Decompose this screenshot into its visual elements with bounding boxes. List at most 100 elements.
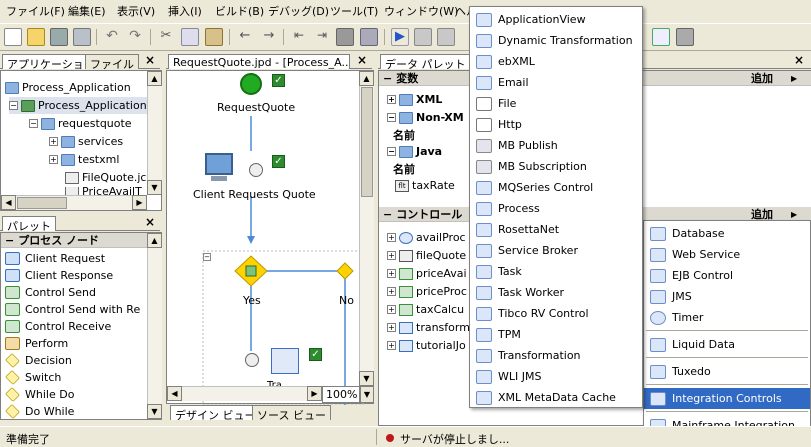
expand-icon[interactable]: + (387, 287, 396, 296)
scroll-down-icon[interactable]: ▼ (359, 371, 374, 386)
menu-item-mb-publish[interactable]: MB Publish (470, 135, 642, 156)
menu-debug[interactable]: デバッグ(D) (268, 3, 329, 19)
menu-item-application-view[interactable]: ApplicationView (470, 9, 642, 30)
menu-item-email[interactable]: Email (470, 72, 642, 93)
scroll-down-icon[interactable]: ▼ (147, 180, 162, 195)
control-item[interactable]: + taxCalcu (387, 301, 464, 318)
tree-node[interactable]: + testxml (49, 151, 119, 168)
copy-icon[interactable] (181, 28, 199, 46)
transformation-node-icon[interactable] (271, 348, 299, 374)
paste-icon[interactable] (205, 28, 223, 46)
redo-icon[interactable]: ↷ (126, 28, 144, 46)
control-item[interactable]: + availProc (387, 229, 466, 246)
menu-item-file[interactable]: File (470, 93, 642, 114)
scroll-thumb[interactable] (361, 87, 373, 197)
client-computer-icon[interactable] (205, 153, 233, 175)
collapse-icon[interactable]: − (387, 147, 396, 156)
scroll-left-icon[interactable]: ◀ (167, 386, 182, 401)
palette-item[interactable]: Client Request (5, 250, 105, 267)
palette-item[interactable]: While Do (5, 386, 74, 403)
var-group-java[interactable]: − Java (387, 143, 442, 160)
forward-icon[interactable]: → (260, 28, 278, 46)
expand-icon[interactable]: + (387, 233, 396, 242)
control-item[interactable]: + priceProc (387, 283, 467, 300)
variable-taxrate[interactable]: flt taxRate (395, 177, 455, 194)
undo-icon[interactable]: ↶ (103, 28, 121, 46)
deploy-icon[interactable] (360, 28, 378, 46)
scroll-left-icon[interactable]: ◀ (1, 195, 16, 210)
vertical-scrollbar[interactable]: ▲ ▼ (147, 233, 162, 419)
back-icon[interactable]: ← (236, 28, 254, 46)
server-status-text[interactable]: サーバが停止しまし... (400, 431, 509, 447)
var-group-nonxml[interactable]: − Non-XM (387, 109, 464, 126)
palette-item[interactable]: Switch (5, 369, 61, 386)
palette-item[interactable]: Control Send with Re (5, 301, 140, 318)
menu-item-ebxml[interactable]: ebXML (470, 51, 642, 72)
close-icon[interactable]: × (145, 215, 155, 229)
control-item[interactable]: + fileQuote (387, 247, 466, 264)
control-item[interactable]: + priceAvai (387, 265, 467, 282)
menu-item-tibco[interactable]: Tibco RV Control (470, 303, 642, 324)
menu-item-wli-jms[interactable]: WLI JMS (470, 366, 642, 387)
menu-item-rosettanet[interactable]: RosettaNet (470, 219, 642, 240)
plugin-icon[interactable] (676, 28, 694, 46)
menu-item-timer[interactable]: Timer (644, 307, 810, 328)
tree-node[interactable]: PriceAvailT (65, 187, 142, 195)
collapse-icon[interactable]: − (9, 101, 18, 110)
menu-item-mqseries[interactable]: MQSeries Control (470, 177, 642, 198)
pause-icon[interactable] (414, 28, 432, 46)
menu-item-tpm[interactable]: TPM (470, 324, 642, 345)
collapse-icon[interactable]: − (29, 119, 38, 128)
menu-tools[interactable]: ツール(T) (330, 3, 378, 19)
scroll-down-icon[interactable]: ▼ (147, 404, 162, 419)
expand-icon[interactable]: + (387, 251, 396, 260)
tab-files[interactable]: ファイル (85, 54, 139, 71)
expand-icon[interactable]: + (387, 323, 396, 332)
menu-file[interactable]: ファイル(F) (6, 3, 65, 19)
scroll-thumb[interactable] (17, 197, 67, 209)
menu-item-dynamic-transformation[interactable]: Dynamic Transformation (470, 30, 642, 51)
menu-item-task-worker[interactable]: Task Worker (470, 282, 642, 303)
close-icon[interactable]: × (794, 53, 804, 67)
chevron-right-icon[interactable]: ▶ (791, 74, 797, 83)
control-item[interactable]: + transform (387, 319, 470, 336)
stop-icon[interactable] (437, 28, 455, 46)
menu-edit[interactable]: 編集(E) (68, 3, 106, 19)
open-folder-icon[interactable] (27, 28, 45, 46)
zoom-select[interactable]: 100% (322, 386, 360, 403)
palette-item[interactable]: Control Receive (5, 318, 111, 335)
menu-view[interactable]: 表示(V) (117, 3, 155, 19)
menu-item-integration-controls[interactable]: Integration Controls (644, 388, 810, 409)
tree-node[interactable]: FileQuote.jc (65, 169, 146, 186)
horizontal-scrollbar[interactable]: ◀ ▶ (1, 195, 147, 210)
scroll-up-icon[interactable]: ▲ (359, 71, 374, 86)
control-item[interactable]: + tutorialJo (387, 337, 466, 354)
vertical-scrollbar[interactable]: ▲ ▼ (359, 71, 374, 386)
menu-item-process[interactable]: Process (470, 198, 642, 219)
expand-icon[interactable]: + (49, 137, 58, 146)
menu-item-service-broker[interactable]: Service Broker (470, 240, 642, 261)
menu-item-tuxedo[interactable]: Tuxedo (644, 361, 810, 382)
expand-icon[interactable]: + (387, 95, 396, 104)
add-variable-button[interactable]: 追加 (751, 70, 773, 86)
vertical-scrollbar[interactable]: ▲ ▼ (147, 71, 162, 195)
menu-build[interactable]: ビルド(B) (215, 3, 264, 19)
tab-data-palette[interactable]: データ パレット (380, 54, 471, 71)
horizontal-scrollbar[interactable]: ◀ ▶ (167, 386, 322, 401)
palette-item[interactable]: Do While (5, 403, 74, 420)
menu-item-xml-metadata-cache[interactable]: XML MetaData Cache (470, 387, 642, 408)
menu-item-http[interactable]: Http (470, 114, 642, 135)
calendar-icon[interactable] (652, 28, 670, 46)
menu-item-mb-subscription[interactable]: MB Subscription (470, 156, 642, 177)
new-file-icon[interactable] (4, 28, 22, 46)
outdent-icon[interactable]: ⇤ (290, 28, 308, 46)
menu-item-transformation[interactable]: Transformation (470, 345, 642, 366)
tab-palette[interactable]: パレット (2, 216, 56, 233)
tree-node[interactable]: − requestquote (29, 115, 132, 132)
menu-item-ejb[interactable]: EJB Control (644, 265, 810, 286)
save-icon[interactable] (50, 28, 68, 46)
tree-node[interactable]: − Process_Application (9, 97, 147, 114)
run-icon[interactable]: ▶ (391, 28, 409, 46)
scroll-right-icon[interactable]: ▶ (307, 386, 322, 401)
process-canvas[interactable]: ✓ RequestQuote ✓ Client Requests Quote −… (166, 70, 374, 405)
